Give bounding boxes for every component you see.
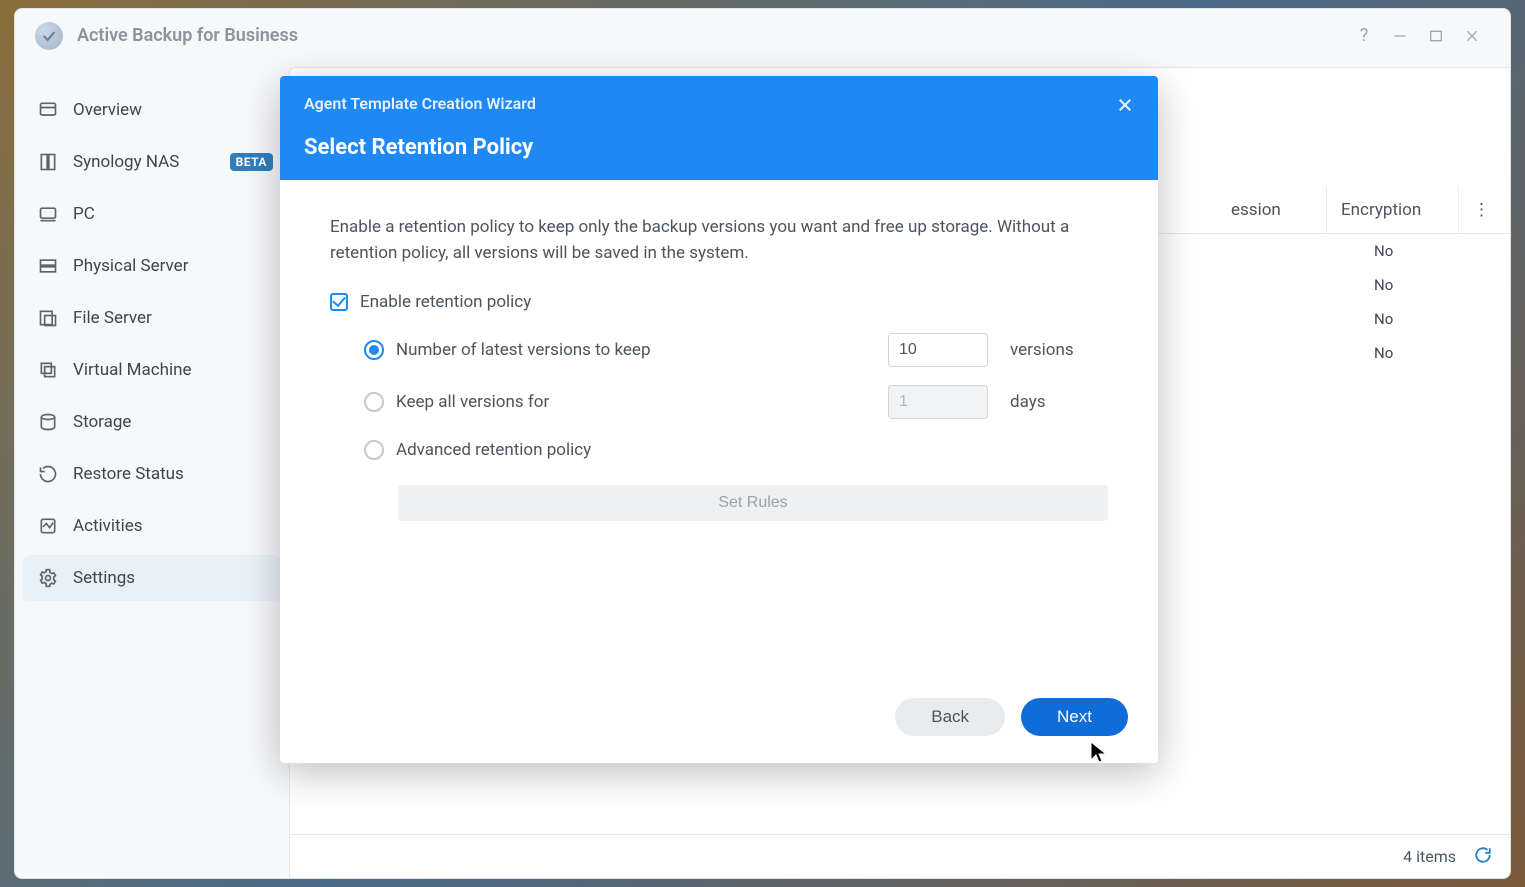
help-icon[interactable]: ?: [1346, 18, 1382, 54]
column-options-icon[interactable]: ⋮: [1459, 186, 1504, 233]
sidebar-item-label: Restore Status: [73, 464, 184, 484]
app-title: Active Backup for Business: [77, 25, 298, 46]
wizard-footer: Back Next: [280, 693, 1158, 763]
sidebar-item-label: Settings: [73, 568, 135, 588]
versions-suffix: versions: [1010, 337, 1074, 363]
radio-latest-versions-label: Number of latest versions to keep: [396, 337, 876, 363]
app-logo-icon: [35, 22, 63, 50]
wizard-header: Agent Template Creation Wizard Select Re…: [280, 76, 1158, 180]
sidebar-item-label: PC: [73, 204, 95, 224]
radio-latest-versions[interactable]: [364, 340, 384, 360]
col-encryption[interactable]: Encryption: [1327, 186, 1459, 233]
sidebar-item-label: Overview: [73, 100, 142, 120]
versions-input[interactable]: [888, 333, 988, 367]
storage-icon: [35, 409, 61, 435]
sidebar-item-label: Storage: [73, 412, 131, 432]
sidebar-item-label: File Server: [73, 308, 152, 328]
radio-keep-days-label: Keep all versions for: [396, 389, 876, 415]
sidebar-item-storage[interactable]: Storage: [23, 399, 281, 445]
back-button[interactable]: Back: [895, 698, 1005, 736]
sidebar-item-label: Activities: [73, 516, 143, 536]
days-suffix: days: [1010, 389, 1046, 415]
restore-icon: [35, 461, 61, 487]
enable-retention-label: Enable retention policy: [360, 289, 531, 315]
settings-icon: [35, 565, 61, 591]
beta-badge: BETA: [230, 153, 273, 171]
sidebar: Overview Synology NAS BETA PC Physical S…: [15, 63, 289, 878]
sidebar-item-file-server[interactable]: File Server: [23, 295, 281, 341]
activities-icon: [35, 513, 61, 539]
sidebar-item-settings[interactable]: Settings: [23, 555, 281, 601]
item-count: 4 items: [1403, 847, 1456, 866]
minimize-icon[interactable]: [1382, 18, 1418, 54]
sidebar-item-vm[interactable]: Virtual Machine: [23, 347, 281, 393]
sidebar-item-restore-status[interactable]: Restore Status: [23, 451, 281, 497]
sidebar-item-label: Physical Server: [73, 256, 188, 276]
enable-retention-checkbox[interactable]: [330, 293, 348, 311]
sidebar-item-overview[interactable]: Overview: [23, 87, 281, 133]
next-button[interactable]: Next: [1021, 698, 1128, 736]
maximize-icon[interactable]: [1418, 18, 1454, 54]
refresh-icon[interactable]: [1474, 846, 1492, 868]
sidebar-item-nas[interactable]: Synology NAS BETA: [23, 139, 281, 185]
close-icon[interactable]: [1454, 18, 1490, 54]
radio-advanced-label: Advanced retention policy: [396, 437, 591, 463]
status-bar: 4 items: [290, 834, 1510, 878]
wizard-description: Enable a retention policy to keep only t…: [330, 214, 1108, 267]
wizard-title: Select Retention Policy: [304, 135, 1134, 160]
col-compression[interactable]: ession: [1217, 186, 1327, 233]
vm-icon: [35, 357, 61, 383]
overview-icon: [35, 97, 61, 123]
sidebar-item-pc[interactable]: PC: [23, 191, 281, 237]
set-rules-button: Set Rules: [398, 485, 1108, 521]
wizard-body: Enable a retention policy to keep only t…: [280, 180, 1158, 693]
wizard-modal: Agent Template Creation Wizard Select Re…: [280, 76, 1158, 763]
sidebar-item-activities[interactable]: Activities: [23, 503, 281, 549]
radio-advanced[interactable]: [364, 440, 384, 460]
pc-icon: [35, 201, 61, 227]
wizard-close-icon[interactable]: [1110, 90, 1140, 120]
sidebar-item-label: Synology NAS: [73, 152, 179, 172]
sidebar-item-label: Virtual Machine: [73, 360, 192, 380]
server-icon: [35, 253, 61, 279]
radio-keep-days[interactable]: [364, 392, 384, 412]
sidebar-item-physical-server[interactable]: Physical Server: [23, 243, 281, 289]
fileserver-icon: [35, 305, 61, 331]
nas-icon: [35, 149, 61, 175]
wizard-subtitle: Agent Template Creation Wizard: [304, 94, 1134, 113]
days-input: [888, 385, 988, 419]
titlebar: Active Backup for Business ?: [15, 9, 1510, 63]
